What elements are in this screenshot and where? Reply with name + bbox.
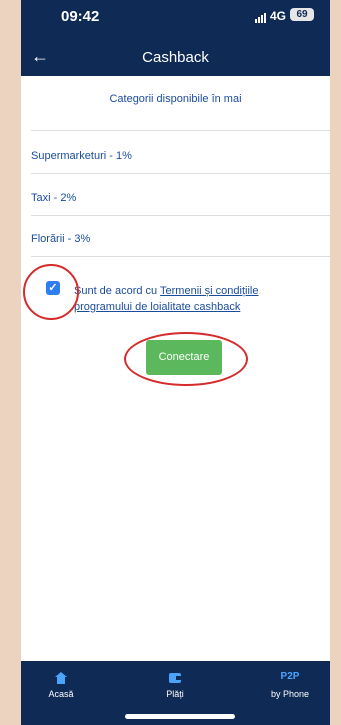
category-item-florarii: Florării - 3% — [31, 233, 91, 245]
button-highlight-circle — [124, 332, 248, 386]
divider — [31, 215, 330, 216]
divider — [31, 256, 330, 257]
signal-icon — [254, 9, 267, 23]
categories-heading: Categorii disponibile în mai — [109, 93, 242, 105]
p2p-icon: P2P — [280, 671, 300, 682]
network-indicator: 4G — [254, 9, 286, 23]
tab-label: by Phone — [270, 689, 310, 699]
network-type: 4G — [269, 9, 286, 23]
checkbox-highlight-circle — [23, 264, 79, 320]
tab-plati[interactable]: Plăți — [135, 671, 215, 699]
category-item-taxi: Taxi - 2% — [31, 192, 77, 204]
category-item-supermarket: Supermarketuri - 1% — [31, 150, 132, 162]
tab-acasa[interactable]: Acasă — [21, 671, 101, 699]
terms-prefix: Sunt de acord cu — [74, 285, 161, 297]
home-indicator — [125, 714, 235, 719]
wallet-icon — [169, 673, 181, 683]
nav-bar: ← Cashback — [21, 40, 330, 76]
home-icon — [55, 672, 67, 684]
status-time: 09:42 — [61, 8, 100, 25]
tab-p2p[interactable]: P2P by Phone — [250, 671, 330, 699]
status-bar: 09:42 4G 69 — [21, 0, 330, 40]
tab-label: Plăți — [166, 689, 184, 699]
page-title: Cashback — [142, 49, 209, 66]
phone-screen: 09:42 4G 69 ← Cashback Categorii disponi… — [21, 0, 330, 725]
battery-icon: 69 — [290, 8, 314, 21]
tab-label: Acasă — [48, 689, 74, 699]
divider — [31, 173, 330, 174]
divider — [31, 130, 330, 131]
terms-text: Sunt de acord cu Termenii și condițiile … — [74, 283, 304, 315]
